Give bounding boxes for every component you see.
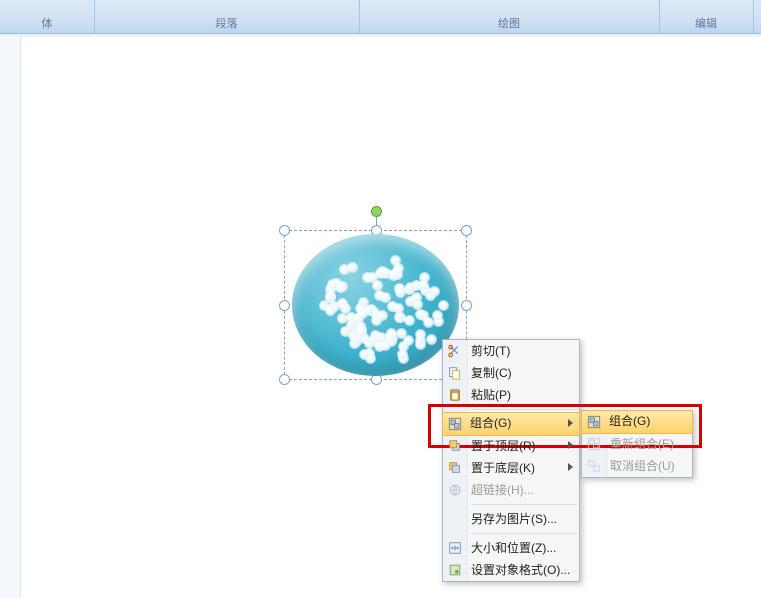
menu-label: 设置对象格式(O)... [471, 563, 570, 577]
selection-bounds[interactable] [284, 230, 467, 380]
menu-label: 粘贴(P) [471, 388, 511, 402]
submenu-arrow-icon [568, 463, 573, 471]
format-object-icon [443, 559, 467, 581]
menu-item-bring-to-front[interactable]: 置于顶层(R) [443, 435, 579, 457]
resize-handle-bl[interactable] [279, 374, 290, 385]
group-icon [582, 411, 606, 433]
ribbon-group-drawing: 绘图 [359, 0, 660, 33]
ribbon-label-font: 体 [0, 15, 94, 31]
menu-label: 组合(G) [470, 416, 511, 430]
ribbon-label-paragraph: 段落 [94, 15, 359, 31]
menu-item-send-to-back[interactable]: 置于底层(K) [443, 457, 579, 479]
menu-label: 大小和位置(Z)... [471, 541, 556, 555]
save-picture-icon [443, 508, 467, 530]
ribbon-group-font: 体 [0, 0, 95, 33]
menu-label: 超链接(H)... [471, 483, 534, 497]
menu-item-group[interactable]: 组合(G) [442, 412, 580, 436]
submenu-arrow-icon [568, 419, 573, 427]
menu-separator [471, 409, 577, 410]
submenu-arrow-icon [568, 441, 573, 449]
clipboard-icon [443, 384, 467, 406]
hyperlink-icon [443, 479, 467, 501]
menu-label: 置于底层(K) [471, 461, 535, 475]
group-submenu: 组合(G) 重新组合(E) 取消组合(U) [581, 410, 693, 478]
ribbon-group-paragraph: 段落 [94, 0, 360, 33]
group-icon [443, 413, 467, 435]
ribbon-label-editing: 编辑 [659, 15, 753, 31]
menu-label: 复制(C) [471, 366, 512, 380]
menu-item-format-object[interactable]: 设置对象格式(O)... [443, 559, 579, 581]
menu-label: 另存为图片(S)... [471, 512, 557, 526]
menu-item-hyperlink: 超链接(H)... [443, 479, 579, 501]
menu-item-copy[interactable]: 复制(C) [443, 362, 579, 384]
copy-icon [443, 362, 467, 384]
submenu-item-regroup: 重新组合(E) [582, 433, 692, 455]
rotation-handle[interactable] [371, 206, 382, 217]
resize-handle-ml[interactable] [279, 300, 290, 311]
context-menu: 剪切(T) 复制(C) 粘贴(P) 组合(G) 置于顶 [442, 339, 580, 582]
resize-handle-tl[interactable] [279, 225, 290, 236]
menu-label: 剪切(T) [471, 344, 510, 358]
ribbon: 体 段落 绘图 编辑 [0, 0, 761, 36]
scissors-icon [443, 340, 467, 362]
bring-front-icon [443, 435, 467, 457]
resize-handle-mr[interactable] [461, 300, 472, 311]
ribbon-border [0, 33, 761, 37]
submenu-label: 组合(G) [609, 414, 650, 428]
menu-item-save-as-picture[interactable]: 另存为图片(S)... [443, 508, 579, 530]
menu-item-size-position[interactable]: 大小和位置(Z)... [443, 537, 579, 559]
menu-separator [471, 533, 577, 534]
size-position-icon [443, 537, 467, 559]
document-margin [0, 36, 21, 598]
resize-handle-tr[interactable] [461, 225, 472, 236]
regroup-icon [582, 433, 606, 455]
menu-item-cut[interactable]: 剪切(T) [443, 340, 579, 362]
submenu-item-group[interactable]: 组合(G) [581, 410, 693, 434]
menu-separator [471, 504, 577, 505]
ungroup-icon [582, 455, 606, 477]
shape-dot-cluster [322, 254, 445, 364]
send-back-icon [443, 457, 467, 479]
submenu-label: 重新组合(E) [610, 437, 674, 451]
submenu-label: 取消组合(U) [610, 459, 675, 473]
shape-ellipse[interactable] [292, 234, 459, 376]
menu-item-paste[interactable]: 粘贴(P) [443, 384, 579, 406]
ribbon-label-drawing: 绘图 [359, 15, 659, 31]
menu-label: 置于顶层(R) [471, 439, 536, 453]
ribbon-group-editing: 编辑 [659, 0, 754, 33]
submenu-item-ungroup: 取消组合(U) [582, 455, 692, 477]
